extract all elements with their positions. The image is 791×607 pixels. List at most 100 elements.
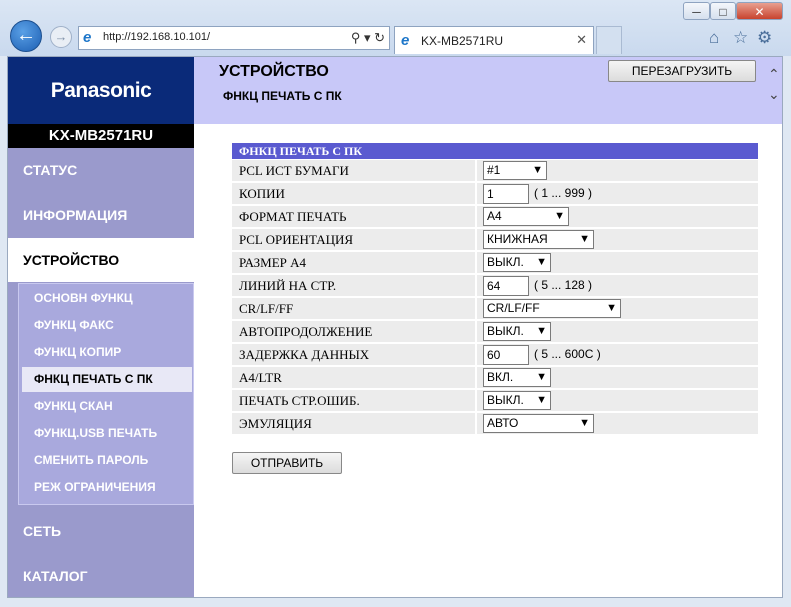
chevron-down-icon: ▼ xyxy=(579,233,590,245)
model-name: KX-MB2571RU xyxy=(8,124,194,148)
cr-lf-ff-select[interactable]: CR/LF/FF ▼ xyxy=(483,299,621,318)
new-tab-button[interactable] xyxy=(596,26,622,54)
range-hint: ( 1 ... 999 ) xyxy=(534,186,593,200)
setting-label: ФОРМАТ ПЕЧАТЬ xyxy=(239,209,347,224)
nav-status[interactable]: СТАТУС xyxy=(8,148,194,192)
scroll-up-icon[interactable]: ⌃ xyxy=(768,66,780,83)
setting-row: ЗАДЕРЖКА ДАННЫХ 60 ( 5 ... 600С ) xyxy=(232,344,758,367)
select-value: КНИЖНАЯ xyxy=(487,232,548,246)
setting-row: CR/LF/FF CR/LF/FF ▼ xyxy=(232,298,758,321)
data-delay-input[interactable]: 60 xyxy=(483,345,529,365)
section-title: ФНКЦ ПЕЧАТЬ С ПК xyxy=(232,143,758,159)
chevron-down-icon: ▼ xyxy=(554,210,565,222)
chevron-down-icon: ▼ xyxy=(606,302,617,314)
select-value: ВЫКЛ. xyxy=(487,255,524,269)
copies-input[interactable]: 1 xyxy=(483,184,529,204)
panasonic-logo: Panasonic xyxy=(8,57,194,124)
nav-info[interactable]: ИНФОРМАЦИЯ xyxy=(8,193,194,237)
address-bar[interactable]: e http://192.168.10.101/ ⚲ ▾ ↻ xyxy=(78,26,390,50)
chevron-down-icon: ▼ xyxy=(536,325,547,337)
select-value: АВТО xyxy=(487,416,519,430)
tab-title: KX-MB2571RU xyxy=(421,34,504,48)
back-arrow-icon[interactable]: ← xyxy=(10,20,42,52)
setting-label: ЗАДЕРЖКА ДАННЫХ xyxy=(239,347,370,362)
setting-label: PCL ИСТ БУМАГИ xyxy=(239,163,349,178)
nav-catalog[interactable]: КАТАЛОГ xyxy=(8,554,194,597)
close-window-button[interactable]: ✕ xyxy=(736,2,783,20)
print-format-select[interactable]: A4 ▼ xyxy=(483,207,569,226)
scroll-down-icon[interactable]: ⌄ xyxy=(768,86,780,103)
chevron-down-icon: ▼ xyxy=(536,371,547,383)
forward-arrow-icon[interactable]: → xyxy=(50,26,72,48)
setting-row: PCL ОРИЕНТАЦИЯ КНИЖНАЯ ▼ xyxy=(232,229,758,252)
setting-row: ЭМУЛЯЦИЯ АВТО ▼ xyxy=(232,413,758,436)
browser-tab[interactable]: e KX-MB2571RU ✕ xyxy=(394,26,594,54)
minimize-button[interactable]: ─ xyxy=(683,2,710,20)
setting-row: РАЗМЕР A4 ВЫКЛ. ▼ xyxy=(232,252,758,275)
page-subtitle: ФНКЦ ПЕЧАТЬ С ПК xyxy=(223,89,342,103)
reload-button[interactable]: ПЕРЕЗАГРУЗИТЬ xyxy=(608,60,756,82)
setting-row: ФОРМАТ ПЕЧАТЬ A4 ▼ xyxy=(232,206,758,229)
emulation-select[interactable]: АВТО ▼ xyxy=(483,414,594,433)
search-refresh-icons[interactable]: ⚲ ▾ ↻ xyxy=(351,30,385,46)
error-page-select[interactable]: ВЫКЛ. ▼ xyxy=(483,391,551,410)
range-hint: ( 5 ... 128 ) xyxy=(534,278,593,292)
subnav-scan[interactable]: ФУНКЦ СКАН xyxy=(22,394,192,419)
setting-label: АВТОПРОДОЛЖЕНИЕ xyxy=(239,324,373,339)
select-value: ВКЛ. xyxy=(487,370,514,384)
select-value: #1 xyxy=(487,163,501,177)
select-value: ВЫКЛ. xyxy=(487,393,524,407)
address-url: http://192.168.10.101/ xyxy=(103,31,211,43)
subnav-pc-print[interactable]: ФНКЦ ПЕЧАТЬ С ПК xyxy=(22,367,192,392)
home-icon[interactable]: ⌂ xyxy=(709,28,719,48)
orientation-select[interactable]: КНИЖНАЯ ▼ xyxy=(483,230,594,249)
setting-label: PCL ОРИЕНТАЦИЯ xyxy=(239,232,354,247)
setting-label: ЭМУЛЯЦИЯ xyxy=(239,416,312,431)
paper-source-select[interactable]: #1 ▼ xyxy=(483,161,547,180)
a4-ltr-select[interactable]: ВКЛ. ▼ xyxy=(483,368,551,387)
setting-label: КОПИИ xyxy=(239,186,285,201)
submit-button[interactable]: ОТПРАВИТЬ xyxy=(232,452,342,474)
setting-label: ПЕЧАТЬ СТР.ОШИБ. xyxy=(239,393,360,408)
page-title: УСТРОЙСТВО xyxy=(219,63,329,80)
chevron-down-icon: ▼ xyxy=(536,394,547,406)
lines-per-page-input[interactable]: 64 xyxy=(483,276,529,296)
setting-row: PCL ИСТ БУМАГИ #1 ▼ xyxy=(232,160,758,183)
setting-label: A4/LTR xyxy=(239,370,282,385)
setting-row: КОПИИ 1 ( 1 ... 999 ) xyxy=(232,183,758,206)
select-value: A4 xyxy=(487,209,502,223)
nav-network[interactable]: СЕТЬ xyxy=(8,509,194,553)
subnav-fax[interactable]: ФУНКЦ ФАКС xyxy=(22,313,192,338)
setting-label: CR/LF/FF xyxy=(239,301,294,316)
settings-gear-icon[interactable]: ⚙ xyxy=(757,28,772,48)
select-value: CR/LF/FF xyxy=(487,301,540,315)
chevron-down-icon: ▼ xyxy=(532,164,543,176)
setting-label: РАЗМЕР A4 xyxy=(239,255,307,270)
nav-device[interactable]: УСТРОЙСТВО xyxy=(8,238,194,282)
setting-label: ЛИНИЙ НА СТР. xyxy=(239,278,337,293)
setting-row: ПЕЧАТЬ СТР.ОШИБ. ВЫКЛ. ▼ xyxy=(232,390,758,413)
subnav-change-password[interactable]: СМЕНИТЬ ПАРОЛЬ xyxy=(22,448,192,473)
chevron-down-icon: ▼ xyxy=(579,417,590,429)
auto-continue-select[interactable]: ВЫКЛ. ▼ xyxy=(483,322,551,341)
a4-size-select[interactable]: ВЫКЛ. ▼ xyxy=(483,253,551,272)
setting-row: АВТОПРОДОЛЖЕНИЕ ВЫКЛ. ▼ xyxy=(232,321,758,344)
ie-logo-icon: e xyxy=(401,32,410,49)
maximize-button[interactable]: □ xyxy=(710,2,736,20)
subnav-basic[interactable]: ОСНОВН ФУНКЦ xyxy=(22,286,192,311)
web-page: Panasonic УСТРОЙСТВО ФНКЦ ПЕЧАТЬ С ПК ПЕ… xyxy=(7,56,783,598)
page-header: УСТРОЙСТВО ФНКЦ ПЕЧАТЬ С ПК ПЕРЕЗАГРУЗИТ… xyxy=(194,57,782,124)
favorites-star-icon[interactable]: ☆ xyxy=(733,28,748,48)
range-hint: ( 5 ... 600С ) xyxy=(534,347,601,361)
subnav-copy[interactable]: ФУНКЦ КОПИР xyxy=(22,340,192,365)
subnav-usb-print[interactable]: ФУНКЦ.USB ПЕЧАТЬ xyxy=(22,421,192,446)
select-value: ВЫКЛ. xyxy=(487,324,524,338)
page-scrollbar[interactable]: ⌃ ⌄ xyxy=(768,64,782,598)
browser-chrome: ─ □ ✕ ← → e http://192.168.10.101/ ⚲ ▾ ↻… xyxy=(0,0,791,56)
close-tab-icon[interactable]: ✕ xyxy=(576,32,587,48)
setting-row: ЛИНИЙ НА СТР. 64 ( 5 ... 128 ) xyxy=(232,275,758,298)
chevron-down-icon: ▼ xyxy=(536,256,547,268)
subnav-restrictions[interactable]: РЕЖ ОГРАНИЧЕНИЯ xyxy=(22,475,192,500)
ie-logo-icon: e xyxy=(83,29,92,46)
setting-row: A4/LTR ВКЛ. ▼ xyxy=(232,367,758,390)
